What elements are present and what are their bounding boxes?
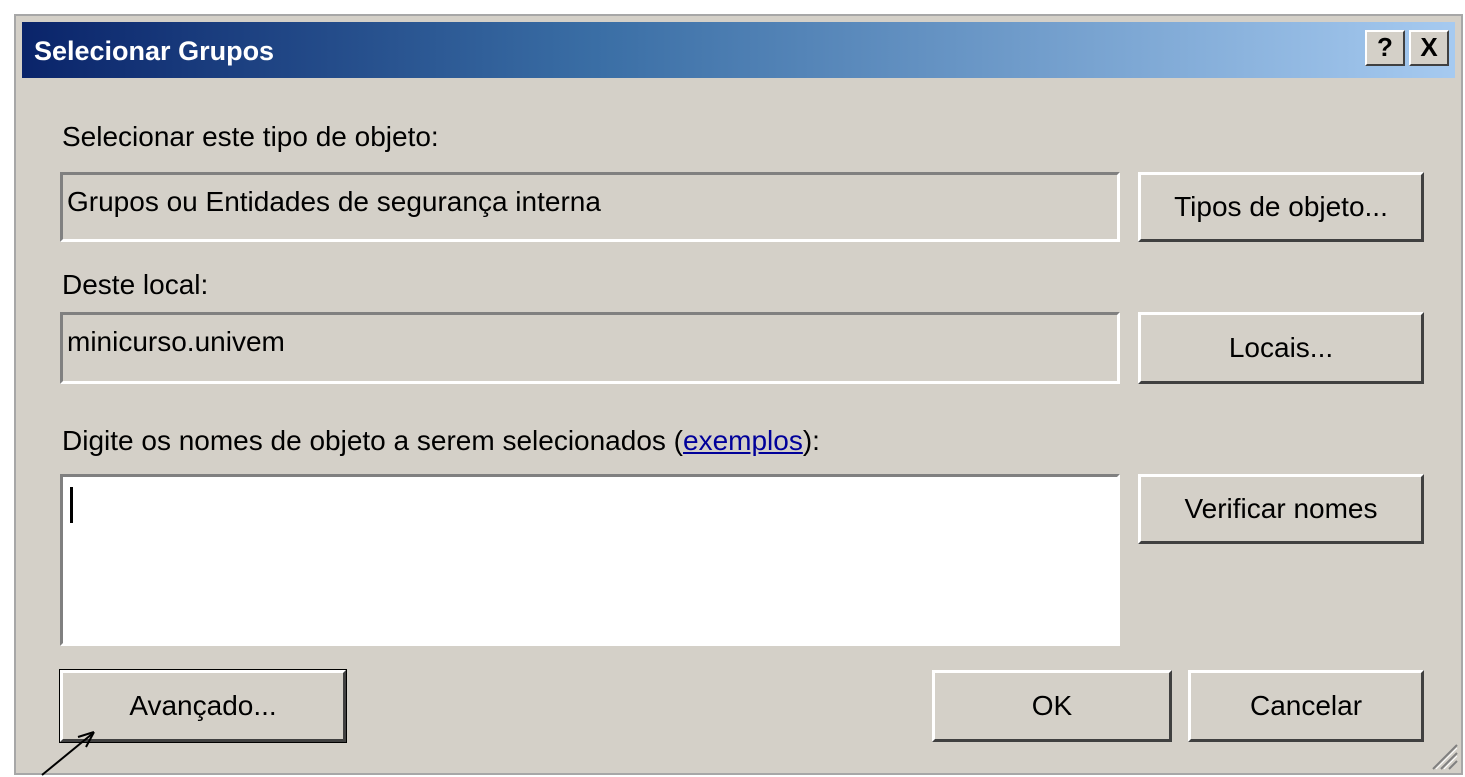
help-icon: ? xyxy=(1377,32,1393,62)
select-groups-dialog: Selecionar Grupos ? X Selecionar este ti… xyxy=(14,14,1463,775)
cancel-button-label: Cancelar xyxy=(1249,690,1363,721)
object-names-label-suffix: ): xyxy=(802,425,820,456)
locations-button-label: Locais... xyxy=(1228,332,1334,363)
object-types-button-label: Tipos de objeto... xyxy=(1174,191,1388,222)
object-type-value: Grupos ou Entidades de segurança interna xyxy=(67,186,601,217)
help-button[interactable]: ? xyxy=(1365,30,1405,66)
object-types-button[interactable]: Tipos de objeto... xyxy=(1138,172,1424,242)
advanced-button-label: Avançado... xyxy=(129,690,277,721)
location-label: Deste local: xyxy=(62,269,209,300)
locations-button[interactable]: Locais... xyxy=(1138,312,1424,384)
window-title: Selecionar Grupos xyxy=(34,36,275,66)
pointer-arrow-icon xyxy=(41,731,95,776)
object-names-input[interactable] xyxy=(60,474,1120,646)
check-names-button[interactable]: Verificar nomes xyxy=(1138,474,1424,544)
location-value: minicurso.univem xyxy=(67,326,285,357)
object-names-label: Digite os nomes de objeto a serem seleci… xyxy=(62,424,820,458)
close-button[interactable]: X xyxy=(1409,30,1449,66)
ok-button[interactable]: OK xyxy=(932,670,1172,742)
resize-grip-icon[interactable] xyxy=(1427,739,1459,771)
examples-link[interactable]: exemplos xyxy=(683,425,803,456)
text-caret xyxy=(70,487,73,523)
location-field: minicurso.univem xyxy=(60,312,1120,384)
ok-button-label: OK xyxy=(1031,690,1073,721)
cancel-button[interactable]: Cancelar xyxy=(1188,670,1424,742)
object-names-label-prefix: Digite os nomes de objeto a serem seleci… xyxy=(62,425,684,456)
close-icon: X xyxy=(1420,32,1438,62)
title-bar[interactable]: Selecionar Grupos ? X xyxy=(22,22,1455,78)
object-type-label: Selecionar este tipo de objeto: xyxy=(62,121,439,152)
check-names-button-label: Verificar nomes xyxy=(1184,493,1378,524)
object-type-field: Grupos ou Entidades de segurança interna xyxy=(60,172,1120,242)
